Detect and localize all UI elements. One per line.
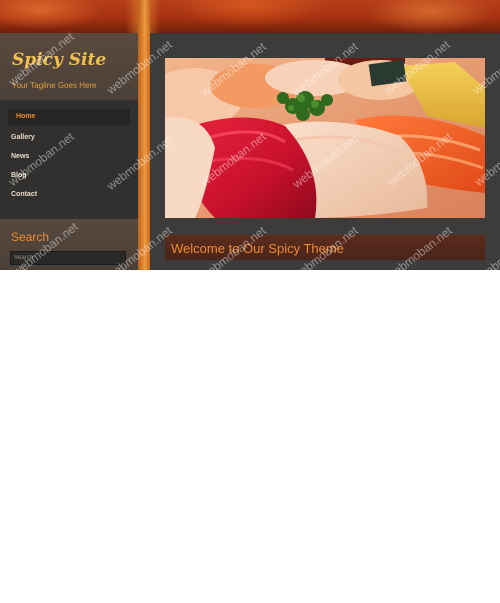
header-banner: [0, 0, 500, 33]
nav-item-blog[interactable]: Blog: [0, 166, 138, 185]
nav-item-home[interactable]: Home: [8, 109, 130, 125]
nav-item-contact[interactable]: Contact: [0, 185, 138, 204]
welcome-title: Welcome to Our Spicy Theme: [171, 241, 344, 256]
sidebar: Spicy Site Your Tagline Goes Here Home G…: [0, 33, 138, 270]
welcome-bar: Welcome to Our Spicy Theme: [165, 235, 485, 260]
orange-stripe: [138, 0, 150, 270]
search-input[interactable]: [10, 251, 126, 265]
nav-item-gallery[interactable]: Gallery: [0, 128, 138, 147]
main-nav: Home Gallery News Blog Contact: [0, 109, 138, 204]
page: Spicy Site Your Tagline Goes Here Home G…: [0, 0, 500, 270]
logo-box: Spicy Site Your Tagline Goes Here: [0, 33, 138, 100]
hero-image: [165, 58, 485, 218]
search-title: Search: [11, 230, 50, 244]
site-title[interactable]: Spicy Site: [12, 50, 106, 70]
main-content: Welcome to Our Spicy Theme: [150, 33, 500, 270]
search-widget: Search: [0, 219, 138, 270]
site-tagline: Your Tagline Goes Here: [12, 81, 97, 90]
sushi-image: [165, 58, 485, 218]
nav-item-news[interactable]: News: [0, 147, 138, 166]
